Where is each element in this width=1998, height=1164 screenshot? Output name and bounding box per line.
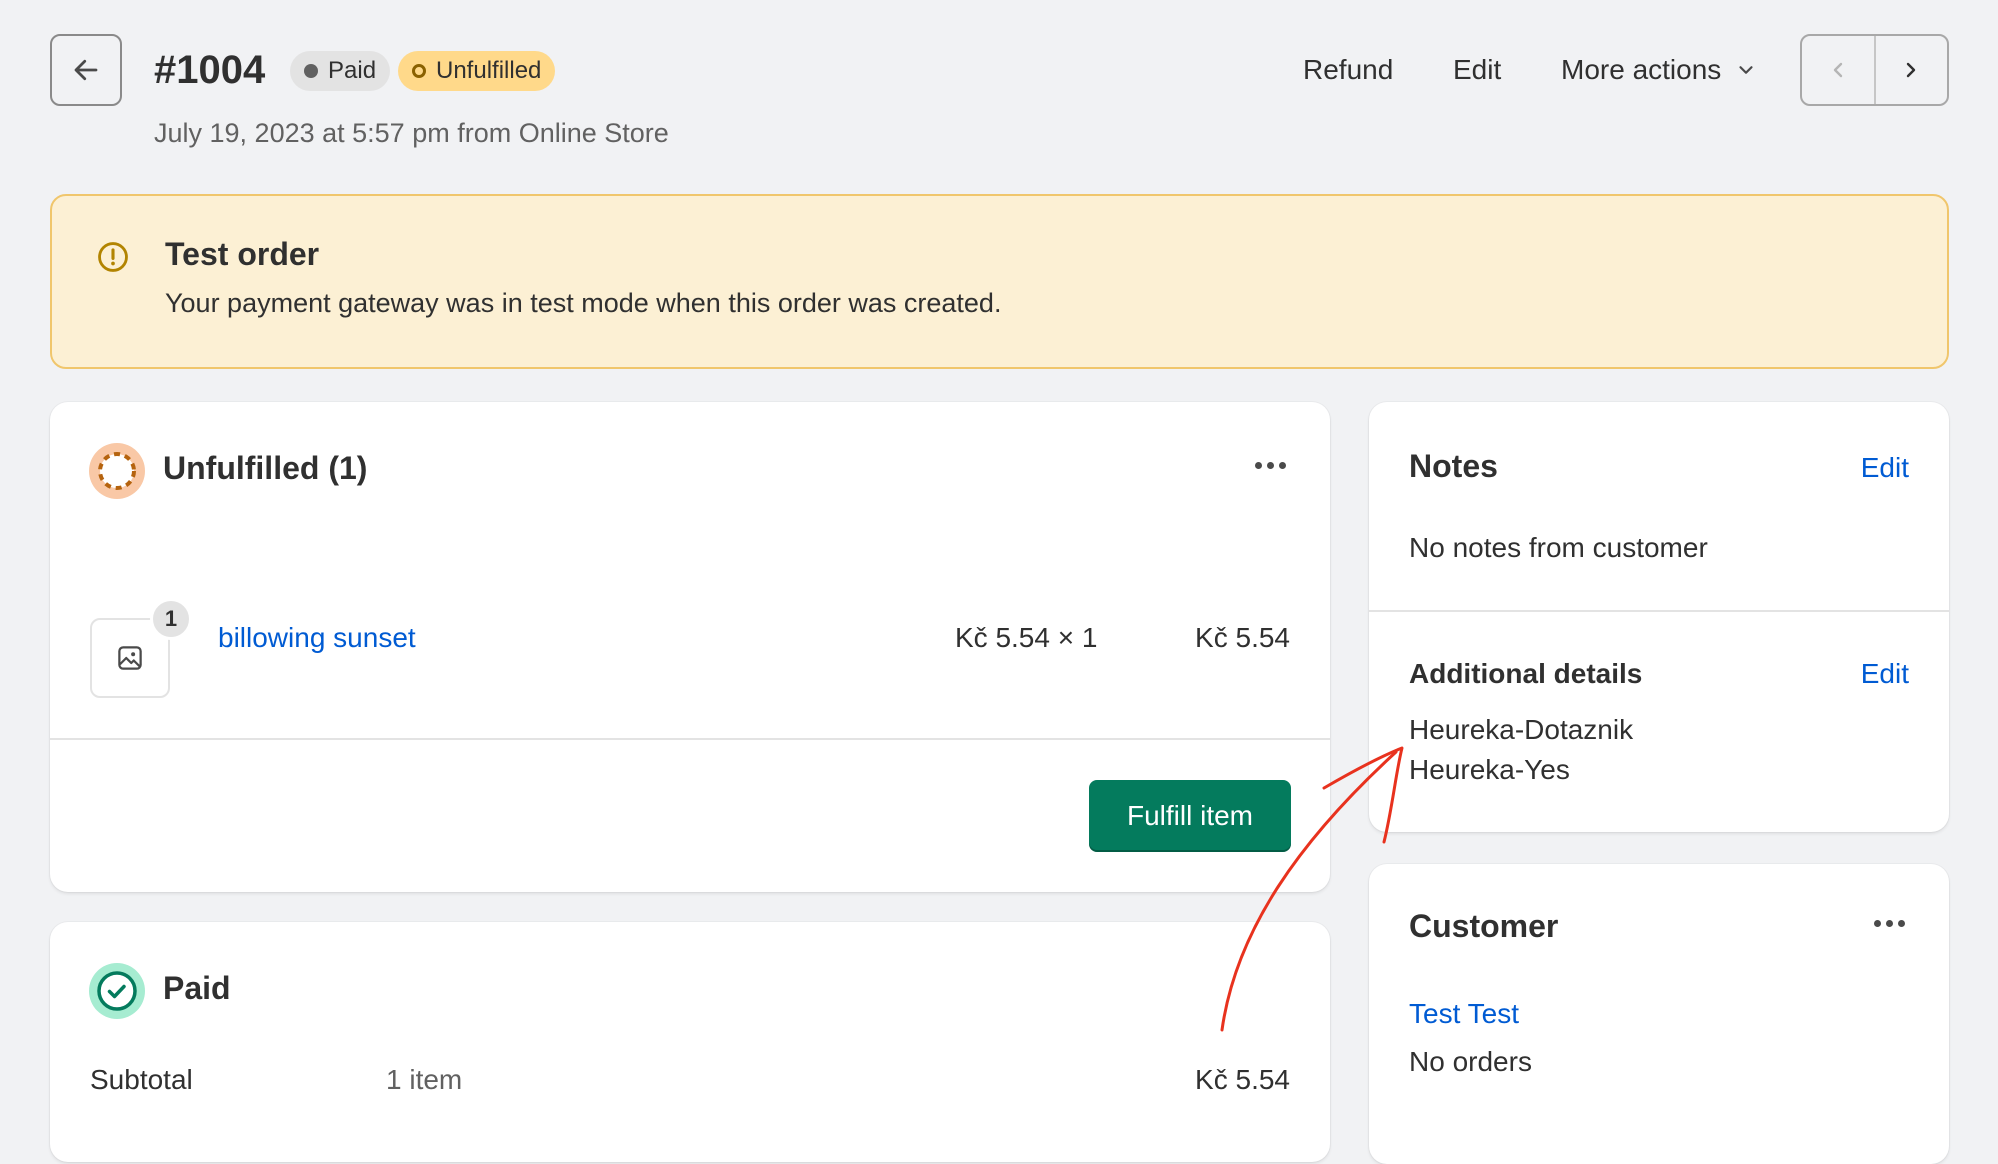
order-pager <box>1800 34 1949 106</box>
next-order-button[interactable] <box>1873 36 1948 104</box>
fulfill-item-button[interactable]: Fulfill item <box>1089 780 1291 852</box>
notes-edit-button[interactable]: Edit <box>1861 452 1909 484</box>
customer-title: Customer <box>1409 908 1559 944</box>
customer-menu-button[interactable] <box>1874 920 1905 927</box>
previous-order-button[interactable] <box>1802 36 1874 104</box>
additional-details-edit-button[interactable]: Edit <box>1861 658 1909 690</box>
status-dot-icon <box>304 64 318 78</box>
line-item-total: Kč 5.54 <box>1195 622 1290 653</box>
horizontal-dots-icon <box>1874 920 1881 927</box>
refund-button[interactable]: Refund <box>1303 52 1393 88</box>
image-icon <box>118 646 142 670</box>
paid-card: Paid Subtotal 1 item Kč 5.54 <box>50 922 1330 1162</box>
order-number: #1004 <box>154 48 266 92</box>
unit-price-quantity: Kč 5.54 × 1 <box>955 622 1098 653</box>
banner-title: Test order <box>165 236 320 272</box>
test-order-banner: Test order Your payment gateway was in t… <box>50 194 1949 369</box>
unfulfilled-card: Unfulfilled (1) 1 billowing sunset Kč 5.… <box>50 402 1330 892</box>
alert-circle-icon <box>98 242 128 272</box>
unfulfilled-menu-button[interactable] <box>1255 462 1286 469</box>
order-date-source: July 19, 2023 at 5:57 pm from Online Sto… <box>154 118 669 148</box>
arrow-left-icon <box>74 59 98 81</box>
notes-title: Notes <box>1409 448 1498 484</box>
more-actions-label: More actions <box>1561 54 1722 85</box>
notes-card: Notes Edit No notes from customer Additi… <box>1369 402 1949 832</box>
product-link[interactable]: billowing sunset <box>218 622 416 654</box>
notes-empty-text: No notes from customer <box>1409 532 1708 563</box>
card-divider <box>50 738 1330 740</box>
customer-card: Customer Test Test No orders <box>1369 864 1949 1164</box>
fulfillment-status-label: Unfulfilled <box>436 57 542 84</box>
paid-title: Paid <box>163 970 231 1006</box>
chevron-right-icon <box>1907 62 1916 78</box>
dashed-circle-icon <box>89 443 145 499</box>
additional-detail-key: Heureka-Dotaznik <box>1409 714 1634 745</box>
additional-detail-value: Heureka-Yes <box>1409 754 1570 785</box>
status-ring-icon <box>412 64 426 78</box>
payment-status-label: Paid <box>328 57 377 84</box>
fulfillment-status-badge: Unfulfilled <box>398 51 556 91</box>
customer-name-link[interactable]: Test Test <box>1409 998 1519 1030</box>
horizontal-dots-icon <box>1255 462 1262 469</box>
more-actions-button[interactable]: More actions <box>1561 52 1757 88</box>
check-circle-icon <box>89 963 145 1019</box>
unfulfilled-title: Unfulfilled (1) <box>163 450 368 486</box>
back-button[interactable] <box>50 34 122 106</box>
edit-order-button[interactable]: Edit <box>1453 52 1501 88</box>
subtotal-label: Subtotal <box>90 1064 193 1095</box>
banner-text: Your payment gateway was in test mode wh… <box>165 288 1002 318</box>
chevron-down-icon <box>1739 66 1753 74</box>
additional-details-title: Additional details <box>1409 658 1643 689</box>
payment-status-badge: Paid <box>290 51 391 91</box>
customer-orders-count: No orders <box>1409 1046 1532 1077</box>
subtotal-value: Kč 5.54 <box>1195 1064 1290 1095</box>
subtotal-items: 1 item <box>386 1064 463 1095</box>
card-divider <box>1369 610 1949 612</box>
chevron-left-icon <box>1833 62 1842 78</box>
quantity-badge: 1 <box>150 598 192 640</box>
